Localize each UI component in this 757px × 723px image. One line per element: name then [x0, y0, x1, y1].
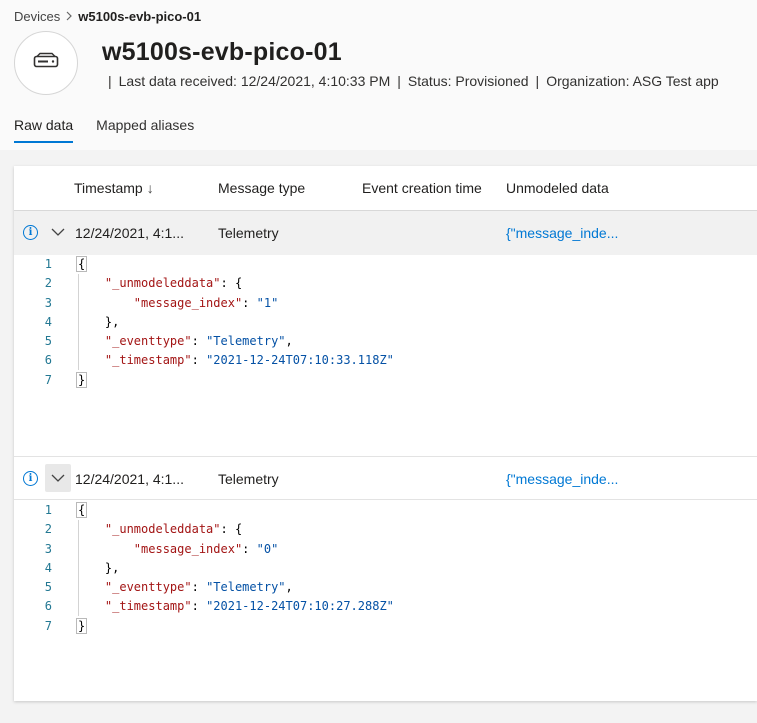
grid-header: Timestamp ↓ Message type Event creation t…	[14, 166, 757, 211]
info-icon[interactable]: i	[23, 225, 38, 240]
line-number: 2	[44, 276, 52, 291]
device-meta: | Last data received: 12/24/2021, 4:10:33…	[108, 73, 719, 89]
line-number: 3	[44, 295, 52, 310]
table-row[interactable]: i 12/24/2021, 4:1... Telemetry {"message…	[14, 456, 757, 500]
json-value: "1"	[256, 295, 279, 310]
page-header: Devices w5100s-evb-pico-01 w5100s-evb-pi…	[0, 0, 757, 150]
json-open-brace: {	[76, 502, 88, 518]
line-number: 7	[44, 372, 52, 387]
row-unmodeled-data-link[interactable]: {"message_inde...	[506, 225, 618, 241]
line-number: 6	[44, 599, 52, 614]
line-number: 5	[44, 334, 52, 349]
row-unmodeled-data-link[interactable]: {"message_inde...	[506, 471, 618, 487]
line-number: 5	[44, 580, 52, 595]
chevron-down-icon[interactable]	[45, 464, 71, 492]
json-value: "0"	[256, 541, 279, 556]
json-value: "Telemetry"	[206, 580, 286, 595]
meta-separator: |	[535, 73, 540, 89]
meta-separator: |	[108, 73, 112, 89]
json-key: "message_index"	[133, 295, 243, 310]
json-close-inner: },	[104, 560, 120, 575]
table-row[interactable]: i 12/24/2021, 4:1... Telemetry {"message…	[14, 211, 757, 255]
device-status: Status: Provisioned	[407, 73, 529, 89]
json-value: "2021-12-24T07:10:33.118Z"	[206, 353, 394, 368]
json-close-brace: }	[76, 617, 88, 634]
breadcrumb-devices-link[interactable]: Devices	[14, 9, 60, 24]
raw-data-grid: Timestamp ↓ Message type Event creation t…	[14, 166, 757, 701]
column-header-unmodeled-data[interactable]: Unmodeled data	[506, 180, 609, 196]
json-key: "_timestamp"	[104, 599, 192, 614]
line-number: 1	[44, 503, 52, 517]
json-value: "2021-12-24T07:10:27.288Z"	[206, 599, 394, 614]
json-key: "_eventtype"	[104, 580, 192, 595]
column-header-message-type[interactable]: Message type	[218, 180, 305, 196]
json-close-brace: }	[76, 371, 88, 388]
avatar	[14, 31, 78, 95]
page-title: w5100s-evb-pico-01	[102, 38, 342, 66]
last-data-received: Last data received: 12/24/2021, 4:10:33 …	[118, 73, 391, 89]
line-number: 4	[44, 560, 52, 575]
row-message-type: Telemetry	[218, 471, 279, 487]
line-number: 1	[44, 257, 52, 271]
row-timestamp: 12/24/2021, 4:1...	[75, 471, 184, 487]
json-viewer: 1{ 2 "_unmodeleddata": { 3 "message_inde…	[14, 255, 757, 390]
json-viewer: 1{ 2 "_unmodeleddata": { 3 "message_inde…	[14, 501, 757, 636]
row-message-type: Telemetry	[218, 225, 279, 241]
tab-raw-data[interactable]: Raw data	[14, 117, 74, 143]
breadcrumb-current: w5100s-evb-pico-01	[78, 9, 202, 24]
json-key: "message_index"	[133, 541, 243, 556]
device-icon	[33, 52, 59, 75]
json-key: "_unmodeleddata"	[104, 276, 221, 291]
line-number: 4	[44, 314, 52, 329]
json-key: "_unmodeleddata"	[104, 522, 221, 537]
column-header-timestamp[interactable]: Timestamp ↓	[74, 180, 154, 196]
json-close-inner: },	[104, 314, 120, 329]
tab-bar: Raw data Mapped aliases	[14, 117, 217, 143]
line-number: 3	[44, 541, 52, 556]
meta-separator: |	[397, 73, 401, 89]
sort-descending-icon: ↓	[146, 180, 154, 196]
chevron-right-icon	[65, 10, 73, 24]
device-organization: Organization: ASG Test app	[546, 73, 719, 89]
json-key: "_timestamp"	[104, 353, 192, 368]
line-number: 7	[44, 618, 52, 633]
column-header-timestamp-label: Timestamp	[74, 180, 143, 196]
json-value: "Telemetry"	[206, 334, 286, 349]
json-open-brace: {	[76, 256, 88, 272]
column-header-event-creation-time[interactable]: Event creation time	[362, 180, 482, 196]
chevron-down-icon[interactable]	[45, 218, 71, 246]
line-number: 6	[44, 353, 52, 368]
tab-mapped-aliases[interactable]: Mapped aliases	[96, 117, 194, 143]
line-number: 2	[44, 522, 52, 537]
row-timestamp: 12/24/2021, 4:1...	[75, 225, 184, 241]
info-icon[interactable]: i	[23, 471, 38, 486]
breadcrumb: Devices w5100s-evb-pico-01	[14, 9, 201, 24]
json-key: "_eventtype"	[104, 334, 192, 349]
